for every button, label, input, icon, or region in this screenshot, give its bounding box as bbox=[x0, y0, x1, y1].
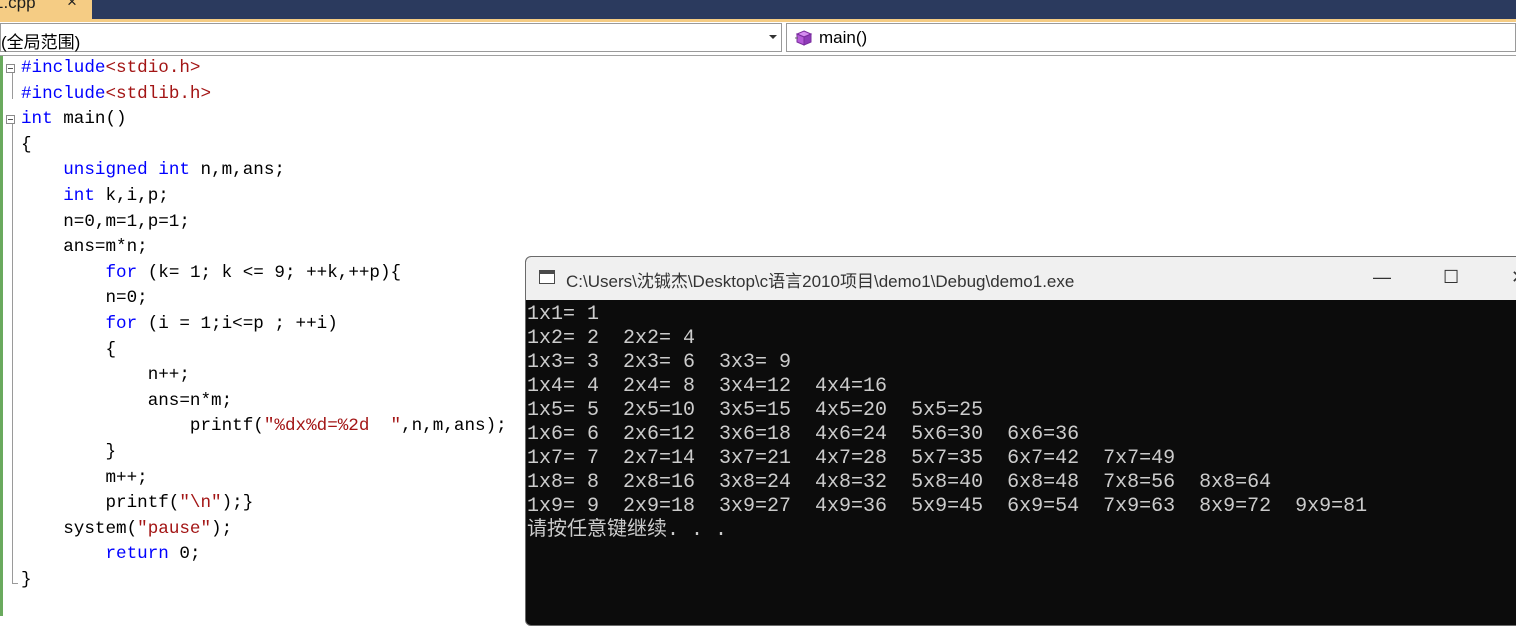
scope-dropdown[interactable]: (全局范围) bbox=[0, 23, 782, 52]
code-token: { bbox=[21, 339, 117, 360]
code-line: m++; bbox=[21, 466, 148, 491]
code-token: unsigned bbox=[63, 160, 148, 181]
console-output-line: 1x9= 9 2x9=18 3x9=27 4x9=36 5x9=45 6x9=5… bbox=[527, 495, 1368, 518]
code-token: <stdlib.h> bbox=[105, 83, 212, 104]
code-token: #include bbox=[21, 83, 106, 104]
console-window[interactable]: C:\Users\沈铖杰\Desktop\c语言2010项目\demo1\Deb… bbox=[525, 256, 1516, 626]
code-token: { bbox=[21, 134, 32, 155]
code-line: } bbox=[21, 568, 32, 593]
code-line: ans=n*m; bbox=[21, 389, 232, 414]
console-app-icon bbox=[539, 270, 555, 284]
close-icon[interactable]: ✕ bbox=[1511, 267, 1516, 288]
code-line: return 0; bbox=[21, 542, 201, 567]
fold-collapse-icon[interactable] bbox=[6, 115, 15, 124]
console-output-line: 请按任意键继续. . . bbox=[527, 519, 728, 542]
code-token: int bbox=[21, 109, 53, 130]
code-token: #include bbox=[21, 58, 106, 78]
code-token: "\n" bbox=[179, 493, 222, 514]
code-token: printf( bbox=[21, 493, 180, 514]
code-token: );} bbox=[221, 493, 254, 514]
console-output-line: 1x3= 3 2x3= 6 3x3= 9 bbox=[527, 351, 792, 374]
code-token: ); bbox=[211, 518, 233, 539]
chevron-down-icon[interactable] bbox=[769, 35, 777, 39]
code-token: 0; bbox=[168, 544, 201, 565]
code-line: printf("\n");} bbox=[21, 491, 253, 516]
member-dropdown-value: main() bbox=[819, 28, 868, 47]
maximize-icon[interactable]: ☐ bbox=[1443, 267, 1459, 288]
tab-close-icon[interactable]: × bbox=[67, 0, 77, 10]
code-token: ,n,m,ans); bbox=[401, 416, 507, 437]
code-token: } bbox=[21, 442, 117, 462]
code-token: "%dx%d=%2d " bbox=[263, 416, 402, 437]
member-dropdown[interactable]: main() bbox=[786, 23, 1516, 52]
scope-dropdown-value: (全局范围) bbox=[1, 33, 81, 52]
code-token: n=0,m=1,p=1; bbox=[21, 211, 190, 232]
console-output-line: 1x2= 2 2x2= 4 bbox=[527, 327, 696, 350]
code-line: int main() bbox=[21, 107, 127, 132]
console-titlebar[interactable]: C:\Users\沈铖杰\Desktop\c语言2010项目\demo1\Deb… bbox=[526, 257, 1516, 300]
code-token: (k= 1; k <= 9; ++k,++p){ bbox=[137, 262, 402, 283]
code-line: #include<stdlib.h> bbox=[21, 82, 211, 107]
tab-label: 1.cpp bbox=[0, 0, 36, 12]
code-token: n++; bbox=[21, 365, 190, 386]
code-token: return bbox=[105, 544, 169, 565]
code-token: <stdio.h> bbox=[105, 58, 201, 78]
code-line: { bbox=[21, 133, 32, 158]
code-line: n++; bbox=[21, 363, 190, 388]
console-title: C:\Users\沈铖杰\Desktop\c语言2010项目\demo1\Deb… bbox=[566, 272, 1075, 291]
code-token: } bbox=[21, 570, 32, 590]
code-line: for (i = 1;i<=p ; ++i) bbox=[21, 312, 338, 337]
code-token: k,i,p; bbox=[94, 186, 169, 206]
console-output-line: 1x1= 1 bbox=[527, 303, 600, 326]
tab-1-cpp[interactable]: 1.cpp × bbox=[0, 0, 92, 19]
code-token: int bbox=[63, 186, 95, 206]
console-output-line: 1x8= 8 2x8=16 3x8=24 4x8=32 5x8=40 6x8=4… bbox=[527, 471, 1272, 494]
code-token: ans=m*n; bbox=[21, 237, 148, 258]
change-tracking-bar bbox=[0, 56, 3, 616]
code-line: } bbox=[21, 440, 116, 465]
minimize-icon[interactable]: — bbox=[1373, 267, 1391, 288]
code-line: for (k= 1; k <= 9; ++k,++p){ bbox=[21, 261, 401, 286]
console-output-line: 1x4= 4 2x4= 8 3x4=12 4x4=16 bbox=[527, 375, 888, 398]
outline-line bbox=[12, 124, 13, 584]
code-line: { bbox=[21, 338, 116, 363]
code-token: main() bbox=[52, 109, 127, 130]
code-token: for bbox=[105, 262, 138, 283]
code-line: unsigned int n,m,ans; bbox=[21, 158, 285, 183]
fold-collapse-icon[interactable] bbox=[6, 64, 15, 73]
code-line: int k,i,p; bbox=[21, 184, 169, 209]
code-token: n,m,ans; bbox=[189, 160, 285, 181]
code-token: int bbox=[158, 160, 190, 181]
code-token: printf( bbox=[21, 416, 264, 437]
code-line: #include<stdio.h> bbox=[21, 56, 201, 81]
outline-line bbox=[12, 73, 13, 99]
code-token: n=0; bbox=[21, 288, 148, 309]
code-line: n=0; bbox=[21, 286, 148, 311]
code-token: (i = 1;i<=p ; ++i) bbox=[137, 314, 338, 334]
document-tab-strip: 1.cpp × bbox=[0, 0, 1516, 22]
code-line: system("pause"); bbox=[21, 517, 232, 542]
code-line: n=0,m=1,p=1; bbox=[21, 210, 190, 235]
method-cube-icon bbox=[795, 30, 813, 46]
console-output-line: 1x7= 7 2x7=14 3x7=21 4x7=28 5x7=35 6x7=4… bbox=[527, 447, 1176, 470]
code-token: "pause" bbox=[137, 518, 212, 539]
console-output-line: 1x6= 6 2x6=12 3x6=18 4x6=24 5x6=30 6x6=3… bbox=[527, 423, 1080, 446]
code-line: ans=m*n; bbox=[21, 235, 148, 260]
outline-end bbox=[12, 583, 18, 584]
code-token: ans=n*m; bbox=[21, 390, 233, 411]
code-line: printf("%dx%d=%2d ",n,m,ans); bbox=[21, 414, 507, 439]
console-output-line: 1x5= 5 2x5=10 3x5=15 4x5=20 5x5=25 bbox=[527, 399, 984, 422]
navigation-bar: (全局范围) main() bbox=[0, 22, 1516, 56]
code-token: system( bbox=[21, 518, 138, 539]
code-token: for bbox=[105, 314, 138, 334]
code-token: m++; bbox=[21, 467, 148, 488]
console-output: 1x1= 1 1x2= 2 2x2= 4 1x3= 3 2x3= 6 3x3= 91… bbox=[527, 303, 1367, 543]
